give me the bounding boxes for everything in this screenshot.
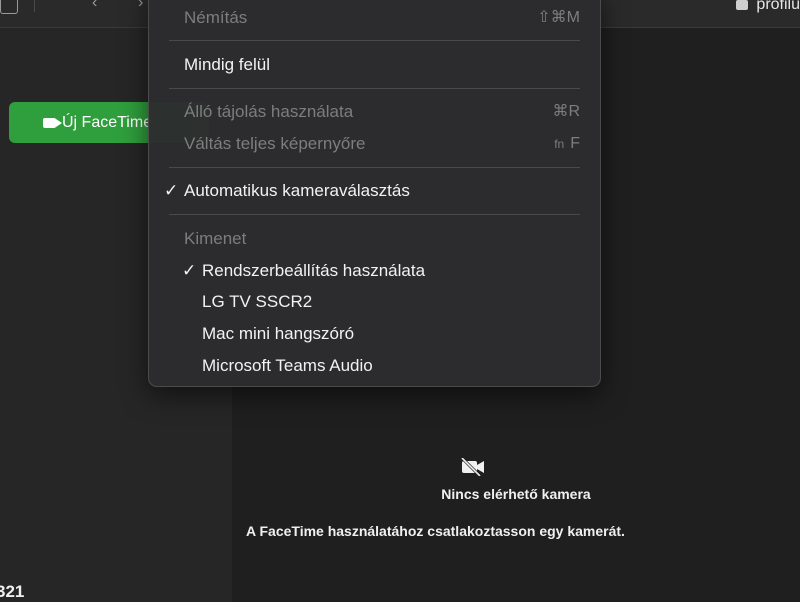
menu-item-mute-shortcut: ⇧⌘M xyxy=(537,9,580,26)
video-menu: Némítás ⇧⌘M Mindig felül Álló tájolás ha… xyxy=(148,0,601,387)
profile-icon xyxy=(736,0,749,10)
menu-item-output-teams[interactable]: Microsoft Teams Audio xyxy=(149,354,600,378)
menu-separator xyxy=(169,40,580,41)
menu-separator xyxy=(169,214,580,215)
fn-key-label: fn xyxy=(554,137,565,151)
menu-item-auto-camera[interactable]: ✓ Automatikus kameraválasztás xyxy=(149,179,600,203)
new-facetime-label: Új FaceTime xyxy=(62,113,153,131)
camera-off-icon xyxy=(460,458,484,476)
titlebar-divider xyxy=(34,0,35,12)
menu-item-fullscreen-label: Váltás teljes képernyőre xyxy=(184,134,366,153)
menu-item-output-lg-tv[interactable]: LG TV SSCR2 xyxy=(149,290,600,314)
checkmark-icon: ✓ xyxy=(164,181,179,200)
f-key-label: F xyxy=(570,135,580,152)
checkmark-icon: ✓ xyxy=(182,261,197,280)
menu-item-output-label: Microsoft Teams Audio xyxy=(202,356,373,375)
menu-separator xyxy=(169,88,580,89)
profile-label: profilu xyxy=(756,0,800,13)
menu-item-output-label: LG TV SSCR2 xyxy=(202,292,313,311)
sidebar-toggle-icon[interactable] xyxy=(0,0,18,14)
forward-icon[interactable]: › xyxy=(138,0,143,12)
menu-item-always-on-top-label: Mindig felül xyxy=(184,55,270,74)
menu-item-output-label: Mac mini hangszóró xyxy=(202,324,355,343)
no-camera-title: Nincs elérhető kamera xyxy=(441,486,591,502)
sidebar-footer-text: 321 xyxy=(0,582,25,601)
menu-item-auto-camera-label: Automatikus kameraválasztás xyxy=(184,181,410,200)
menu-item-output-label: Rendszerbeállítás használata xyxy=(202,261,426,280)
back-icon[interactable]: ‹ xyxy=(92,0,97,12)
menu-section-header-output: Kimenet xyxy=(149,227,600,251)
menu-item-portrait-label: Álló tájolás használata xyxy=(184,102,354,121)
menu-item-always-on-top[interactable]: Mindig felül xyxy=(149,53,600,77)
menu-item-mute[interactable]: Némítás ⇧⌘M xyxy=(149,6,600,30)
profile-button[interactable]: profilu xyxy=(736,0,800,14)
menu-item-portrait-shortcut: ⌘R xyxy=(552,103,580,120)
menu-item-portrait[interactable]: Álló tájolás használata ⌘R xyxy=(149,100,600,124)
output-header-label: Kimenet xyxy=(184,229,247,248)
menu-item-mute-label: Némítás xyxy=(184,8,248,27)
video-camera-icon xyxy=(43,117,56,128)
menu-item-output-mac-mini[interactable]: Mac mini hangszóró xyxy=(149,322,600,346)
no-camera-message: A FaceTime használatához csatlakoztasson… xyxy=(246,523,625,539)
menu-item-fullscreen-shortcut: fn F xyxy=(554,132,580,156)
menu-item-output-system[interactable]: ✓ Rendszerbeállítás használata xyxy=(149,259,600,283)
menu-separator xyxy=(169,167,580,168)
menu-item-fullscreen[interactable]: Váltás teljes képernyőre fn F xyxy=(149,132,600,156)
